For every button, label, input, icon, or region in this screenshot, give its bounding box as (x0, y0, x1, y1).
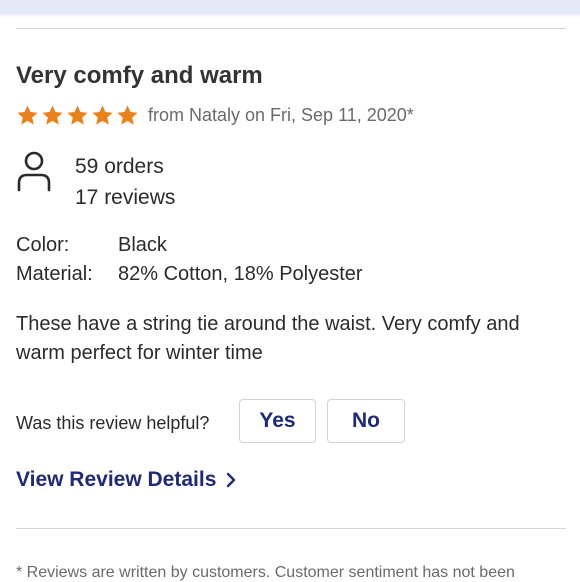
bottom-divider (16, 528, 566, 529)
attribute-value: Black (118, 234, 167, 256)
disclaimer-footnote: * Reviews are written by customers. Cust… (16, 564, 515, 581)
user-icon (17, 151, 51, 192)
chevron-right-icon (227, 472, 236, 488)
attribute-row: Color: Black (16, 231, 363, 260)
helpful-yes-button[interactable]: Yes (239, 399, 316, 443)
star-icon (117, 105, 138, 125)
top-divider (16, 28, 566, 29)
product-attributes: Color: Black Material: 82% Cotton, 18% P… (16, 231, 363, 289)
attribute-value: 82% Cotton, 18% Polyester (118, 263, 363, 285)
helpful-no-button[interactable]: No (327, 399, 405, 443)
author-reviews: 17 reviews (75, 186, 176, 209)
attribute-label: Color: (16, 234, 70, 256)
review-body: These have a string tie around the waist… (16, 313, 520, 364)
star-rating (16, 104, 139, 127)
author-stats: 59 orders 17 reviews (75, 151, 175, 213)
star-icon (42, 105, 63, 125)
author-orders: 59 orders (75, 155, 164, 178)
rating-row: from Nataly on Fri, Sep 11, 2020* (16, 104, 414, 127)
star-icon (17, 105, 38, 125)
attribute-label: Material: (16, 263, 93, 285)
helpful-question: Was this review helpful? (16, 413, 210, 433)
header-shadow (0, 14, 580, 18)
star-icon (67, 105, 88, 125)
header-band (0, 0, 580, 14)
attribute-row: Material: 82% Cotton, 18% Polyester (16, 260, 363, 289)
review-title: Very comfy and warm (16, 62, 263, 89)
review-byline: from Nataly on Fri, Sep 11, 2020* (148, 105, 414, 125)
view-review-details-label: View Review Details (16, 468, 217, 491)
star-icon (92, 105, 113, 125)
view-review-details-link[interactable]: View Review Details (16, 468, 238, 492)
